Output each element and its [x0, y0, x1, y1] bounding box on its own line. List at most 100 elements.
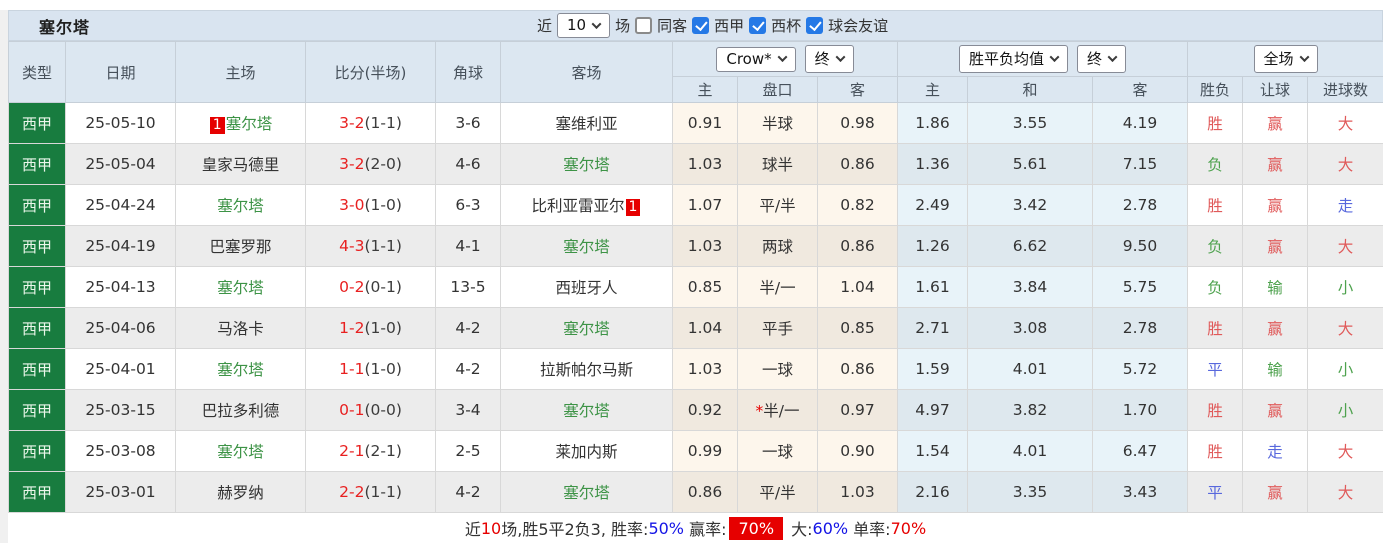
halftime-score: (1-0) [364, 196, 402, 214]
cell-corners: 4-2 [435, 307, 501, 349]
cell-odds-away: 0.82 [817, 184, 898, 226]
cell-avg-home: 2.71 [897, 307, 968, 349]
cell-home-team[interactable]: 马洛卡 [175, 307, 306, 349]
away-team-name: 莱加内斯 [555, 443, 618, 461]
group-header-bookmaker: Crow* 终 [672, 41, 898, 77]
same-opponent-checkbox[interactable] [635, 17, 653, 34]
handicap-line: 平手 [761, 320, 793, 338]
cell-result-outcome: 负 [1187, 266, 1244, 308]
col-header-away: 客场 [500, 41, 673, 103]
cell-result-outcome: 胜 [1187, 430, 1244, 472]
cell-avg-draw: 3.35 [967, 471, 1093, 513]
sub-header-goals: 进球数 [1307, 76, 1383, 103]
home-team-name: 巴拉多利德 [201, 402, 280, 420]
away-team-name: 塞尔塔 [563, 238, 610, 256]
group-header-fulltime: 全场 [1187, 41, 1383, 77]
cell-result-handicap: 赢 [1242, 307, 1309, 349]
bookmaker-select[interactable]: Crow* [716, 46, 796, 72]
cell-avg-home: 2.16 [897, 471, 968, 513]
cell-date: 25-03-01 [65, 471, 176, 513]
cell-away-team[interactable]: 塞尔塔 [500, 225, 673, 267]
rank-badge: 1 [625, 199, 641, 216]
away-team-name: 西班牙人 [555, 279, 618, 297]
home-team-name: 塞尔塔 [217, 443, 264, 461]
bookmaker-time-select[interactable]: 终 [804, 45, 854, 73]
home-team-name: 马洛卡 [217, 320, 264, 338]
away-team-name: 比利亚雷亚尔 [531, 197, 625, 215]
league-checkbox-laliga[interactable] [692, 17, 710, 34]
cell-home-team[interactable]: 赫罗纳 [175, 471, 306, 513]
summary-segment: 赢率: [684, 520, 727, 539]
cell-avg-home: 1.86 [897, 102, 968, 144]
cell-result-outcome: 胜 [1187, 102, 1244, 144]
cell-odds-home: 1.03 [672, 225, 738, 267]
cell-result-outcome: 平 [1187, 471, 1244, 513]
cell-date: 25-04-06 [65, 307, 176, 349]
match-row: 西甲 25-03-01 赫罗纳 2-2(1-1) 4-2 塞尔塔 0.86 平/半 1.03 2.… [8, 471, 1383, 513]
halftime-score: (0-1) [364, 278, 402, 296]
cell-away-team[interactable]: 塞尔塔 [500, 389, 673, 431]
cell-result-handicap: 赢 [1242, 184, 1309, 226]
cell-home-team[interactable]: 塞尔塔 [175, 266, 306, 308]
cell-avg-draw: 3.08 [967, 307, 1093, 349]
home-team-name: 赫罗纳 [217, 484, 264, 502]
cell-odds-home: 0.91 [672, 102, 738, 144]
league-checkbox-friendly[interactable] [806, 17, 824, 34]
cell-home-team[interactable]: 1 塞尔塔 [175, 102, 306, 144]
halftime-score: (1-0) [364, 360, 402, 378]
cell-corners: 6-3 [435, 184, 501, 226]
cell-home-team[interactable]: 塞尔塔 [175, 430, 306, 472]
average-time-select[interactable]: 终 [1077, 45, 1127, 73]
cell-date: 25-03-08 [65, 430, 176, 472]
cell-league-badge: 西甲 [8, 430, 66, 472]
cell-away-team[interactable]: 塞尔塔 [500, 307, 673, 349]
cell-away-team[interactable]: 塞尔塔 [500, 143, 673, 185]
handicap-line: 半球 [761, 115, 793, 133]
fulltime-score: 2-1 [339, 442, 365, 460]
matches-table: 类型 日期 主场 比分(半场) 角球 客场 Crow* 终 胜平负均值 终 全场… [8, 41, 1383, 513]
cell-avg-draw: 3.42 [967, 184, 1093, 226]
average-select[interactable]: 胜平负均值 [959, 45, 1069, 73]
cell-away-team[interactable]: 比利亚雷亚尔 1 [500, 184, 673, 226]
handicap-line: 两球 [761, 238, 793, 256]
summary-segment: 50% [648, 518, 684, 538]
fulltime-score: 4-3 [339, 237, 365, 255]
chevron-down-icon [591, 18, 602, 29]
away-team-name: 塞尔塔 [563, 484, 610, 502]
cell-home-team[interactable]: 塞尔塔 [175, 348, 306, 390]
cell-avg-draw: 4.01 [967, 430, 1093, 472]
cell-home-team[interactable]: 巴塞罗那 [175, 225, 306, 267]
cell-away-team[interactable]: 塞维利亚 [500, 102, 673, 144]
cell-away-team[interactable]: 拉斯帕尔马斯 [500, 348, 673, 390]
cell-avg-home: 1.26 [897, 225, 968, 267]
cell-odds-away: 1.03 [817, 471, 898, 513]
league-checkbox-copa[interactable] [749, 17, 767, 34]
cell-odds-away: 0.90 [817, 430, 898, 472]
cell-odds-home: 1.03 [672, 143, 738, 185]
cell-result-handicap: 输 [1242, 348, 1309, 390]
cell-away-team[interactable]: 莱加内斯 [500, 430, 673, 472]
league-label-laliga: 西甲 [714, 17, 745, 35]
summary-segment: 近 [464, 520, 481, 539]
handicap-line: 球半 [761, 156, 793, 174]
cell-avg-away: 6.47 [1091, 430, 1189, 472]
cell-away-team[interactable]: 塞尔塔 [500, 471, 673, 513]
handicap-line: 半/一 [763, 402, 800, 420]
cell-result-goals: 大 [1307, 102, 1383, 144]
cell-avg-home: 4.97 [897, 389, 968, 431]
cell-home-team[interactable]: 巴拉多利德 [175, 389, 306, 431]
cell-score: 2-2(1-1) [305, 471, 436, 513]
halftime-score: (0-0) [364, 401, 402, 419]
chevron-down-icon [1107, 52, 1118, 63]
cell-odds-home: 0.86 [672, 471, 738, 513]
recent-count-select[interactable]: 10 [557, 13, 611, 38]
cell-away-team[interactable]: 西班牙人 [500, 266, 673, 308]
fulltime-select[interactable]: 全场 [1253, 45, 1318, 73]
cell-corners: 3-6 [435, 102, 501, 144]
halftime-score: (1-1) [364, 483, 402, 501]
handicap-line: 一球 [761, 361, 793, 379]
matches-label: 场 [615, 17, 631, 35]
cell-home-team[interactable]: 皇家马德里 [175, 143, 306, 185]
left-gutter [0, 10, 8, 543]
cell-home-team[interactable]: 塞尔塔 [175, 184, 306, 226]
